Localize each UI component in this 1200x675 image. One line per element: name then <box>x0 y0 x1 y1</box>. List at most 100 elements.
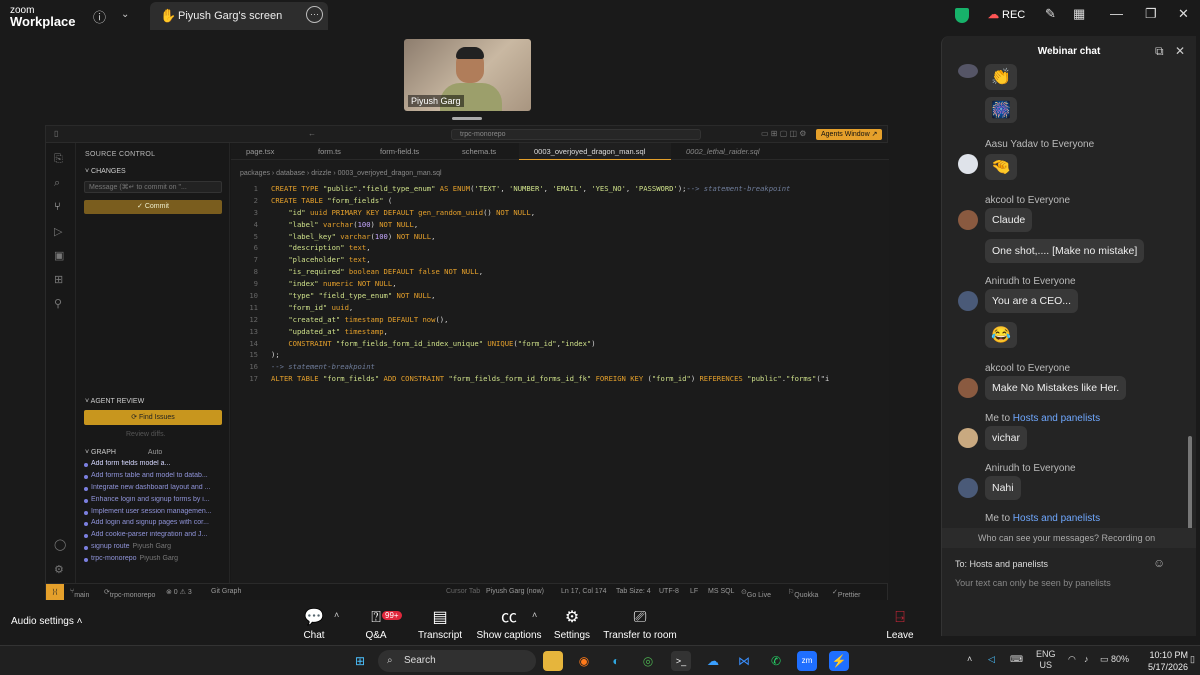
changes-header[interactable]: ˅ CHANGES <box>85 168 126 175</box>
transfer-button[interactable]: ⎚ Transfer to room <box>600 608 680 641</box>
recording-indicator[interactable]: ☁ REC <box>988 8 1025 21</box>
graph-commit[interactable]: Add forms table and model to datab... <box>82 472 228 484</box>
source-control-icon[interactable]: ⑂ <box>54 201 61 213</box>
code-line[interactable]: 11 "form_id" uuid, <box>231 302 889 314</box>
chat-message[interactable]: Nahi <box>985 476 1021 500</box>
git-graph-status[interactable]: Git Graph <box>211 588 241 595</box>
notification-icon[interactable]: ▯ <box>1190 654 1195 665</box>
audio-settings-button[interactable]: Audio settings ˄ <box>11 616 82 627</box>
graph-commit[interactable]: Add cookie-parser integration and J... <box>82 531 228 543</box>
layout-icons[interactable]: ▭ ⊞ ▢ ◫ ⚙ <box>761 129 806 138</box>
code-line[interactable]: 15); <box>231 349 889 361</box>
chat-message[interactable]: Make No Mistakes like Her. <box>985 376 1127 400</box>
breadcrumb[interactable]: packages › database › drizzle › 0003_ove… <box>240 170 442 177</box>
graph-header[interactable]: ˅ GRAPH Auto <box>85 449 162 456</box>
tab-page-tsx[interactable]: page.tsx <box>231 143 301 160</box>
agent-review-header[interactable]: ˅ AGENT REVIEW <box>85 398 144 405</box>
graph-commit[interactable]: Add form fields model a... <box>82 460 228 472</box>
code-line[interactable]: 8 "is_required" boolean DEFAULT false NO… <box>231 266 889 278</box>
cursor-tab-status[interactable]: Cursor Tab <box>446 588 480 595</box>
commit-button[interactable]: ✓ Commit <box>84 200 222 214</box>
hosts-panelists-link[interactable]: Hosts and panelists <box>1013 413 1100 424</box>
account-icon[interactable]: ◯ <box>54 538 66 551</box>
chat-message[interactable]: 👏 <box>985 64 1017 90</box>
run-debug-icon[interactable]: ▷ <box>54 225 62 238</box>
code-line[interactable]: 13 "updated_at" timestamp, <box>231 326 889 338</box>
minimize-icon[interactable]: — <box>1110 6 1123 21</box>
tab-form-ts[interactable]: form.ts <box>303 143 365 160</box>
chevron-down-icon[interactable]: ⌄ <box>121 9 129 20</box>
code-line[interactable]: 6 "description" text, <box>231 242 889 254</box>
code-line[interactable]: 9 "index" numeric NOT NULL, <box>231 278 889 290</box>
remote-button[interactable]: ⟩⟨ <box>46 584 64 601</box>
leave-button[interactable]: ⍈ Leave <box>860 608 940 641</box>
agents-window-button[interactable]: Agents Window ↗ <box>816 129 883 140</box>
keyboard-icon[interactable]: ⌨ <box>1010 654 1023 665</box>
weather-app-icon[interactable]: ☁ <box>703 651 723 671</box>
tab-size[interactable]: Tab Size: 4 <box>616 588 651 595</box>
visibility-notice[interactable]: Who can see your messages? Recording on <box>942 528 1196 548</box>
code-line[interactable]: 1 CREATE TYPE "public"."field_type_enum" … <box>231 183 889 195</box>
chat-message[interactable]: 🎆 <box>985 97 1017 123</box>
code-line[interactable]: 5 "label_key" varchar(100) NOT NULL, <box>231 231 889 243</box>
edge-icon[interactable]: ◐ <box>606 651 626 671</box>
search-icon[interactable]: ⌕ <box>54 177 60 190</box>
explorer-icon[interactable]: ⎘ <box>54 153 63 166</box>
back-arrow-icon[interactable]: ← <box>308 129 316 138</box>
panel-toggle-icon[interactable]: ▯ <box>54 129 58 138</box>
quokka[interactable]: ⚐ Quokka <box>788 588 818 599</box>
graph-commit[interactable]: signup route Piyush Garg <box>82 543 228 555</box>
taskbar-search[interactable]: ⌕ Search <box>378 650 536 672</box>
find-issues-button[interactable]: ⟳ Find Issues <box>84 410 222 425</box>
code-line[interactable]: 4 "label" varchar(100) NOT NULL, <box>231 219 889 231</box>
chat-input[interactable]: Your text can only be seen by panelists <box>955 578 1111 588</box>
info-icon[interactable]: ⓘ <box>93 7 106 26</box>
code-line[interactable]: 10 "type" "field_type_enum" NOT NULL, <box>231 290 889 302</box>
tray-overflow-icon[interactable]: ˄ <box>967 654 972 664</box>
tab-0003-sql[interactable]: 0003_overjoyed_dragon_man.sql <box>519 143 671 160</box>
code-line[interactable]: 12 "created_at" timestamp DEFAULT now(), <box>231 314 889 326</box>
volume-icon[interactable]: ♪ <box>1084 654 1089 664</box>
graph-commit[interactable]: Enhance login and signup forms by i... <box>82 496 228 508</box>
terminal-icon[interactable]: >_ <box>671 651 691 671</box>
zoom-icon[interactable]: zm <box>797 651 817 671</box>
chat-message[interactable]: Claude <box>985 208 1033 232</box>
recipient-selector[interactable]: To: Hosts and panelists <box>955 559 1048 569</box>
apps-icon[interactable]: ▦ <box>1073 6 1085 22</box>
file-explorer-icon[interactable] <box>543 651 563 671</box>
code-line[interactable]: 14 CONSTRAINT "form_fields_form_id_index… <box>231 338 889 350</box>
tab-schema-ts[interactable]: schema.ts <box>447 143 519 160</box>
chat-message[interactable]: You are a CEO... <box>985 289 1078 313</box>
prettier[interactable]: ✓ Prettier <box>832 588 860 599</box>
wifi-icon[interactable]: ◠ <box>1068 654 1076 665</box>
close-chat-icon[interactable]: ✕ <box>1175 44 1185 58</box>
vscode-icon[interactable]: ⋈ <box>734 651 754 671</box>
encoding[interactable]: UTF-8 <box>659 588 679 595</box>
chrome-icon[interactable]: ◎ <box>638 651 658 671</box>
firefox-icon[interactable]: ◉ <box>574 651 594 671</box>
network-share-icon[interactable]: ◁ <box>988 654 995 665</box>
graph-commit[interactable]: Integrate new dashboard layout and ... <box>82 484 228 496</box>
whatsapp-icon[interactable]: ✆ <box>766 651 786 671</box>
input-language[interactable]: ENG US <box>1036 649 1056 671</box>
close-icon[interactable]: ✕ <box>1178 6 1189 22</box>
code-line[interactable]: 2 CREATE TABLE "form_fields" ( <box>231 195 889 207</box>
repo-indicator[interactable]: ⟳ trpc-monorepo <box>104 588 155 599</box>
user-status[interactable]: Piyush Garg (now) <box>486 588 544 595</box>
code-content[interactable]: 1 CREATE TYPE "public"."field_type_enum" … <box>231 183 889 385</box>
cursor-position[interactable]: Ln 17, Col 174 <box>561 588 607 595</box>
app-icon[interactable]: ⚡ <box>829 651 849 671</box>
git-graph-icon[interactable]: ⚲ <box>54 297 62 310</box>
pen-icon[interactable]: ✎ <box>1045 6 1056 22</box>
chat-message[interactable]: 😂 <box>985 322 1017 348</box>
tab-0002-sql[interactable]: 0002_lethal_raider.sql <box>671 143 781 160</box>
popout-icon[interactable]: ⧉ <box>1155 44 1164 59</box>
graph-commit[interactable]: trpc-monorepo Piyush Garg <box>82 555 228 567</box>
share-tab[interactable]: ✋ Piyush Garg's screen ··· <box>150 2 328 30</box>
line-ending[interactable]: LF <box>690 588 698 595</box>
tab-form-field-ts[interactable]: form-field.ts <box>365 143 447 160</box>
branch-indicator[interactable]: ⑂ main <box>70 588 89 599</box>
code-line[interactable]: 7 "placeholder" text, <box>231 254 889 266</box>
more-icon[interactable]: ··· <box>306 6 323 23</box>
chat-scrollbar[interactable] <box>1188 436 1192 531</box>
